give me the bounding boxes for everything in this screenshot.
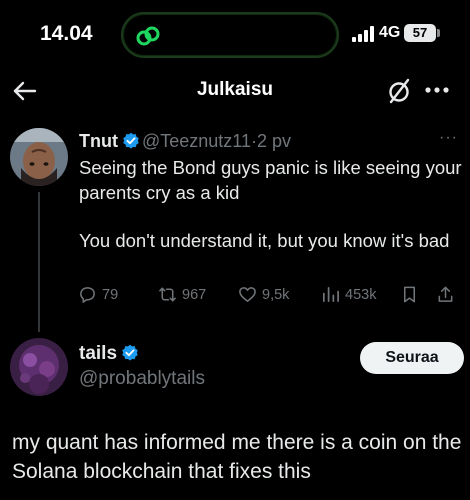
views-button[interactable]: 453k bbox=[321, 285, 376, 304]
like-button[interactable]: 9,5k bbox=[238, 285, 289, 304]
views-chart-icon bbox=[322, 286, 339, 303]
share-button[interactable] bbox=[436, 285, 460, 304]
battery-tip bbox=[437, 29, 440, 37]
bookmark-icon bbox=[403, 286, 416, 303]
quoted-tweet-text: Seeing the Bond guys panic is like seein… bbox=[79, 156, 464, 254]
tweet-text-paragraph-2: You don't understand it, but you know it… bbox=[79, 230, 450, 251]
status-time: 14.04 bbox=[40, 22, 93, 45]
tweet-more-icon[interactable]: ··· bbox=[439, 129, 458, 147]
repost-count: 967 bbox=[182, 286, 207, 303]
verified-badge-icon bbox=[122, 344, 138, 361]
tweet-author-row: tails bbox=[79, 343, 141, 365]
author-name[interactable]: Tnut bbox=[79, 131, 118, 151]
thread-line bbox=[38, 192, 40, 332]
reply-count: 79 bbox=[102, 286, 119, 303]
avatar[interactable] bbox=[10, 128, 68, 186]
status-bar: 14.04 4G 57 bbox=[0, 0, 470, 70]
bookmark-button[interactable] bbox=[400, 285, 424, 304]
dynamic-island[interactable] bbox=[121, 12, 339, 58]
author-handle[interactable]: @probablytails bbox=[79, 368, 205, 390]
tweet-text-paragraph-1: Seeing the Bond guys panic is like seein… bbox=[79, 157, 462, 203]
link-icon bbox=[136, 26, 160, 46]
views-count: 453k bbox=[345, 286, 377, 303]
avatar[interactable] bbox=[10, 338, 68, 396]
tweet-actions: 79 967 9,5k 453k bbox=[78, 285, 458, 307]
network-type: 4G bbox=[379, 24, 401, 41]
tweet-text: my quant has informed me there is a coin… bbox=[12, 431, 462, 483]
share-icon bbox=[438, 286, 453, 302]
repost-button[interactable]: 967 bbox=[158, 285, 206, 304]
nav-header: Julkaisu bbox=[0, 70, 470, 116]
more-icon[interactable] bbox=[424, 80, 450, 100]
compose-slash-icon[interactable] bbox=[386, 77, 412, 105]
like-count: 9,5k bbox=[262, 286, 290, 303]
reply-button[interactable]: 79 bbox=[78, 285, 118, 304]
reply-icon bbox=[80, 287, 95, 303]
signal-icon bbox=[352, 26, 374, 42]
repost-icon bbox=[159, 287, 176, 302]
verified-badge-icon bbox=[123, 132, 139, 149]
heart-icon bbox=[239, 287, 256, 302]
quoted-tweet-header: Tnut @Teeznutz11·2 pv bbox=[79, 131, 291, 152]
author-handle[interactable]: @Teeznutz11 bbox=[142, 131, 251, 151]
battery-icon: 57 bbox=[404, 24, 436, 42]
author-name[interactable]: tails bbox=[79, 343, 117, 364]
tweet-time[interactable]: 2 pv bbox=[257, 131, 291, 151]
follow-button[interactable]: Seuraa bbox=[360, 342, 464, 374]
